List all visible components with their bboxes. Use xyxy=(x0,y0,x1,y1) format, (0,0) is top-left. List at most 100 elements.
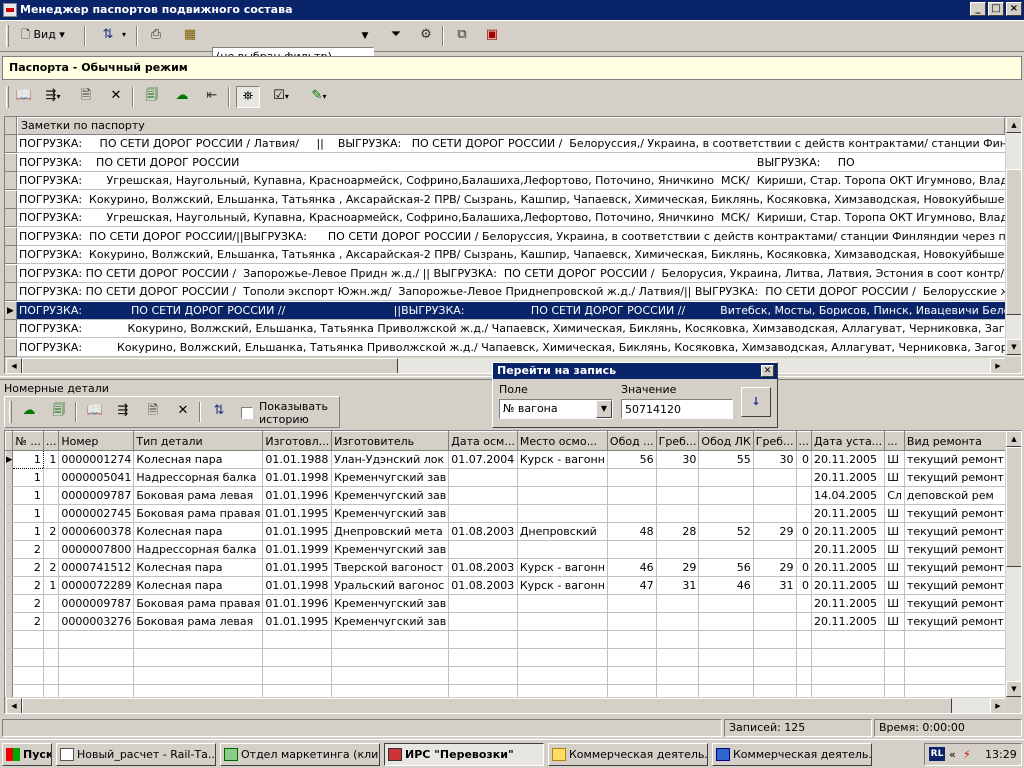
table-cell[interactable] xyxy=(517,594,608,613)
notes-row-indicator[interactable] xyxy=(5,264,17,283)
table-cell[interactable]: Колесная пара xyxy=(133,558,264,577)
taskbar-item-word[interactable]: Коммерческая деятель... xyxy=(712,743,872,766)
details-delete-button[interactable]: ✕ xyxy=(171,401,195,423)
table-cell[interactable] xyxy=(517,648,608,667)
table-cell[interactable]: 20.11.2005 xyxy=(811,522,886,541)
maximize-button[interactable]: □ xyxy=(988,2,1004,16)
minimize-button[interactable]: _ xyxy=(970,2,986,16)
table-cell[interactable]: Боковая рама левая xyxy=(133,486,264,505)
table-cell[interactable] xyxy=(904,630,1007,649)
table-cell[interactable]: 0 xyxy=(796,522,812,541)
column-header[interactable]: Изготовитель xyxy=(331,431,450,451)
table-cell[interactable]: 0000600378 xyxy=(58,522,135,541)
table-cell[interactable]: Ш xyxy=(884,522,905,541)
table-cell[interactable]: 20.11.2005 xyxy=(811,468,886,487)
table-cell[interactable] xyxy=(448,648,518,667)
notes-column-header[interactable]: Заметки по паспорту xyxy=(17,117,1005,135)
table-cell[interactable]: Улан-Удэнский лок xyxy=(331,450,450,469)
search-toggle-button[interactable]: ⛯ xyxy=(236,86,260,108)
table-cell[interactable]: Днепровский xyxy=(517,522,608,541)
table-cell[interactable] xyxy=(698,648,754,667)
table-cell[interactable]: 20.11.2005 xyxy=(811,504,886,523)
table-cell[interactable] xyxy=(331,630,450,649)
chevron-down-icon[interactable]: ▼ xyxy=(596,400,612,418)
table-cell[interactable] xyxy=(884,648,905,667)
column-header[interactable]: Изготовл... xyxy=(262,431,333,451)
notes-row[interactable]: ПОГРУЗКА: Угрешская, Наугольный, Купавна… xyxy=(17,172,1005,190)
filter-dropdown-arrow[interactable]: ▼ xyxy=(356,26,374,48)
table-cell[interactable]: Боковая рама левая xyxy=(133,612,264,631)
table-cell[interactable] xyxy=(753,540,797,559)
table-cell[interactable]: текущий ремонт xyxy=(904,504,1007,523)
table-row[interactable]: 2 2 0000741512 Колесная пара 01.01.1995 Тверс… xyxy=(5,558,1021,577)
table-cell[interactable] xyxy=(904,666,1007,685)
table-cell[interactable]: 2 xyxy=(12,576,44,595)
details-refresh-button[interactable]: ⇅ xyxy=(207,401,231,423)
notes-row[interactable]: ПОГРУЗКА: ПО СЕТИ ДОРОГ РОССИИ / Тополи … xyxy=(17,283,1005,301)
table-cell[interactable]: 20.11.2005 xyxy=(811,576,886,595)
table-cell[interactable]: 29 xyxy=(753,522,797,541)
table-cell[interactable] xyxy=(43,666,60,685)
table-cell[interactable] xyxy=(698,612,754,631)
table-cell[interactable]: Боковая рама правая xyxy=(133,504,264,523)
close-button[interactable]: × xyxy=(1006,2,1022,16)
details-open-button[interactable]: 📖 xyxy=(83,401,107,423)
view-menu-button[interactable]: 🗋 Вид ▾ xyxy=(16,25,70,47)
table-cell[interactable]: 01.01.1996 xyxy=(262,594,333,613)
tree-button[interactable]: ☁ xyxy=(170,86,194,108)
filter-button[interactable]: ⏷ xyxy=(384,25,408,47)
table-cell[interactable] xyxy=(12,666,44,685)
app-icon[interactable] xyxy=(3,3,17,17)
table-cell[interactable]: Курск - вагонн xyxy=(517,558,608,577)
table-cell[interactable] xyxy=(656,486,700,505)
table-cell[interactable] xyxy=(904,648,1007,667)
table-cell[interactable]: 29 xyxy=(753,558,797,577)
table-cell[interactable]: Ш xyxy=(884,558,905,577)
row-indicator[interactable] xyxy=(5,648,14,667)
hscroll-thumb[interactable] xyxy=(22,698,952,713)
table-cell[interactable] xyxy=(43,504,60,523)
table-cell[interactable]: 01.01.1998 xyxy=(262,468,333,487)
scroll-left-button[interactable]: ◀ xyxy=(6,358,22,373)
table-cell[interactable] xyxy=(796,612,812,631)
table-cell[interactable] xyxy=(43,648,60,667)
table-cell[interactable] xyxy=(448,504,518,523)
table-cell[interactable] xyxy=(796,486,812,505)
table-cell[interactable]: 01.01.1999 xyxy=(262,540,333,559)
language-indicator[interactable]: RL xyxy=(929,747,945,761)
table-cell[interactable]: Курск - вагонн xyxy=(517,450,608,469)
table-cell[interactable]: 48 xyxy=(607,522,657,541)
table-cell[interactable] xyxy=(698,594,754,613)
table-cell[interactable]: 20.11.2005 xyxy=(811,594,886,613)
details-vertical-scrollbar[interactable]: ▲ ▼ xyxy=(1005,431,1021,697)
scroll-left-button[interactable]: ◀ xyxy=(6,698,22,713)
table-cell[interactable]: 2 xyxy=(12,594,44,613)
table-cell[interactable] xyxy=(133,648,264,667)
table-cell[interactable]: Боковая рама правая xyxy=(133,594,264,613)
table-cell[interactable]: 0 xyxy=(796,576,812,595)
scroll-right-button[interactable]: ▶ xyxy=(990,358,1006,373)
table-cell[interactable] xyxy=(448,630,518,649)
notes-row-indicator[interactable] xyxy=(5,135,17,153)
table-cell[interactable]: 31 xyxy=(656,576,700,595)
table-cell[interactable]: 0000002745 xyxy=(58,504,135,523)
notes-row-indicator[interactable] xyxy=(5,153,17,172)
notes-row[interactable]: ПОГРУЗКА: Угрешская, Наугольный, Купавна… xyxy=(17,209,1005,227)
column-header[interactable]: Вид ремонта xyxy=(903,431,1007,451)
table-cell[interactable] xyxy=(811,666,886,685)
column-header[interactable]: Греб... xyxy=(752,431,797,451)
table-cell[interactable] xyxy=(43,540,60,559)
goto-value-input[interactable] xyxy=(621,399,733,419)
table-cell[interactable] xyxy=(43,594,60,613)
tools-button[interactable]: ✎▾ xyxy=(304,86,334,108)
table-cell[interactable]: текущий ремонт xyxy=(904,612,1007,631)
table-cell[interactable]: Ш xyxy=(884,576,905,595)
table-cell[interactable]: 1 xyxy=(43,576,60,595)
table-cell[interactable] xyxy=(133,666,264,685)
table-cell[interactable]: текущий ремонт xyxy=(904,576,1007,595)
table-cell[interactable]: текущий ремонт xyxy=(904,558,1007,577)
scroll-thumb[interactable] xyxy=(1006,169,1021,315)
table-cell[interactable]: Ш xyxy=(884,468,905,487)
table-row[interactable]: 2 0000009787 Боковая рама правая 01.01.1996… xyxy=(5,594,1021,613)
print-button[interactable]: ⎙ xyxy=(144,25,168,47)
